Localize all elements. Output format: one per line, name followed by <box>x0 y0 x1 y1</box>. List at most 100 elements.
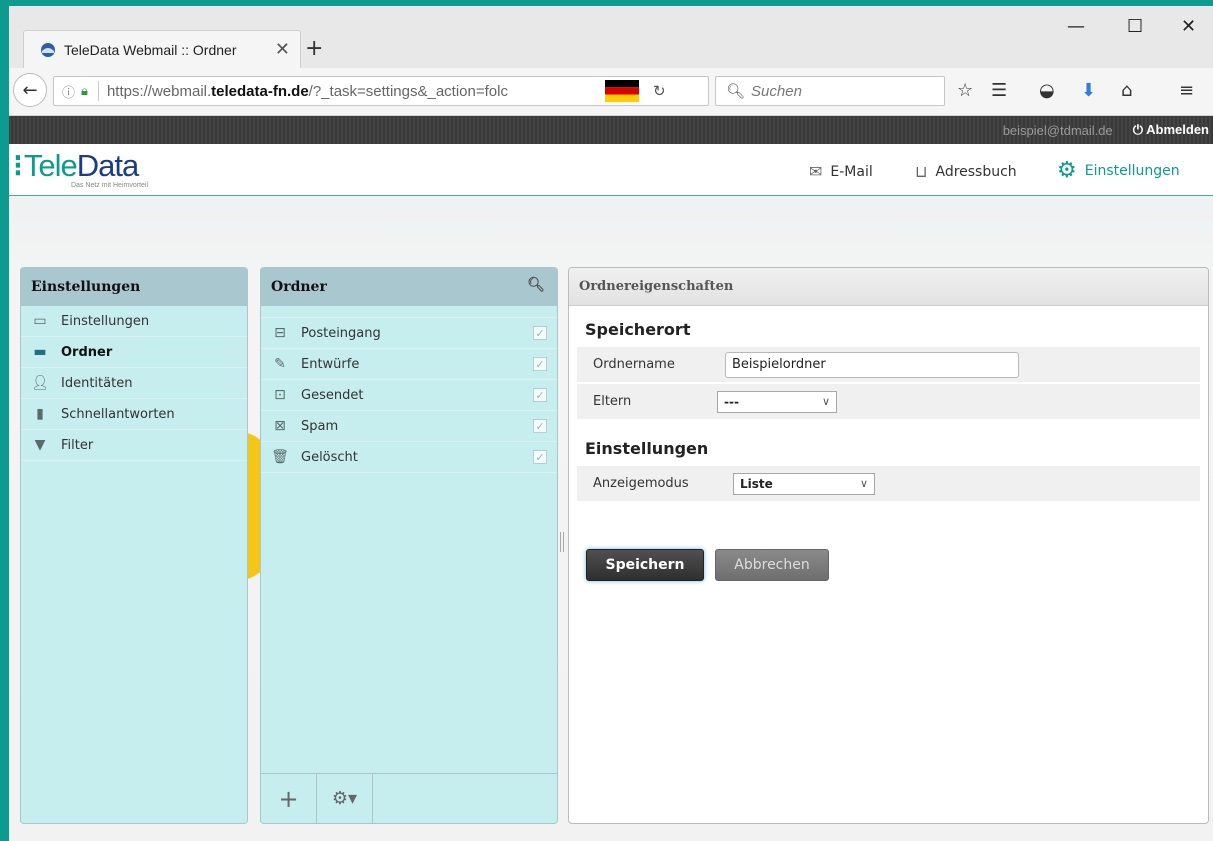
url-path: /?_task=settings&_action=folc <box>308 82 508 100</box>
subscribe-checkbox[interactable]: ✓ <box>533 419 547 433</box>
gear-dropdown-icon: ⚙▾ <box>331 788 358 809</box>
settings-item-label: Identitäten <box>61 375 133 391</box>
folder-item-label: Entwürfe <box>301 356 360 372</box>
webmail-header: ⁝TeleData Das Netz mit Heimvorteil ✉ E-M… <box>9 144 1213 197</box>
folder-actions-button[interactable]: ⚙▾ <box>317 774 373 823</box>
folder-list-spacer <box>261 306 557 318</box>
power-icon: ⏻ <box>1132 122 1147 137</box>
nav-settings-label: Einstellungen <box>1084 162 1180 179</box>
nav-email[interactable]: ✉ E-Mail <box>809 162 873 181</box>
folder-name-input[interactable]: Beispielordner <box>725 351 1019 378</box>
display-mode-select-value: Liste <box>740 476 773 491</box>
subscribe-checkbox[interactable]: ✓ <box>533 450 547 464</box>
browser-tab-active[interactable]: TeleData Webmail :: Ordner ✕ <box>23 30 301 68</box>
settings-panel: Einstellungen ▭ Einstellungen ▬ Ordner 👤… <box>20 267 248 824</box>
logo-tele: Tele <box>23 148 78 183</box>
parent-select-value: --- <box>724 394 739 409</box>
tab-close-icon[interactable]: ✕ <box>275 39 290 60</box>
folder-panel-title: Ordner <box>271 279 327 295</box>
settings-item-identitaeten[interactable]: 👤︎ Identitäten <box>21 368 247 399</box>
folder-item-entwuerfe[interactable]: ✎ Entwürfe ✓ <box>261 349 557 380</box>
monitor-icon: ▭ <box>33 313 47 329</box>
folder-properties-panel: Ordnereigenschaften Speicherort Ordnerna… <box>568 267 1209 824</box>
nav-email-label: E-Mail <box>830 163 873 180</box>
folder-search-icon[interactable]: 🔍︎ <box>527 277 545 293</box>
window-close-icon[interactable]: ✕ <box>1181 16 1196 37</box>
pencil-icon: ✎ <box>274 356 286 372</box>
subscribe-checkbox[interactable]: ✓ <box>533 326 547 340</box>
chevron-down-icon: ∨ <box>821 395 830 408</box>
folder-panel: Ordner 🔍︎ ⊟ Posteingang ✓ ✎ Entwürfe ✓ ⊡… <box>260 267 558 824</box>
settings-item-einstellungen[interactable]: ▭ Einstellungen <box>21 306 247 337</box>
settings-item-label: Einstellungen <box>61 313 150 329</box>
folder-item-label: Gelöscht <box>301 449 358 465</box>
parent-label: Eltern <box>593 394 632 409</box>
panel-splitter[interactable] <box>560 532 564 552</box>
german-flag-icon[interactable] <box>604 80 639 102</box>
save-button[interactable]: Speichern <box>586 549 704 581</box>
trash-icon: 🗑︎ <box>271 449 289 465</box>
cancel-button[interactable]: Abbrechen <box>715 549 829 581</box>
subscribe-checkbox[interactable]: ✓ <box>533 388 547 402</box>
addressbook-icon: ⊔ <box>915 162 928 181</box>
url-bar[interactable]: ⓘ 🔒︎ https://webmail.teledata-fn.de/?_ta… <box>53 76 709 106</box>
teledata-logo[interactable]: ⁝TeleData <box>13 148 139 183</box>
folder-item-spam[interactable]: ⊠ Spam ✓ <box>261 411 557 442</box>
tab-title: TeleData Webmail :: Ordner <box>64 41 237 58</box>
browser-tabbar: TeleData Webmail :: Ordner ✕ + — ☐ ✕ <box>9 6 1213 68</box>
settings-item-ordner[interactable]: ▬ Ordner <box>21 337 247 368</box>
workspace: Einstellungen ▭ Einstellungen ▬ Ordner 👤… <box>9 196 1213 841</box>
add-folder-button[interactable]: + <box>261 774 317 823</box>
display-mode-select[interactable]: Liste ∨ <box>733 472 875 495</box>
folder-name-label: Ordnername <box>593 357 675 372</box>
info-icon[interactable]: ⓘ <box>62 82 75 101</box>
search-icon: 🔍︎ <box>726 83 746 100</box>
url-prefix: https://webmail. <box>106 82 212 100</box>
user-icon: 👤︎ <box>31 375 49 391</box>
new-tab-button[interactable]: + <box>305 36 323 61</box>
window-maximize-icon[interactable]: ☐ <box>1127 16 1143 37</box>
download-icon[interactable]: ⬇ <box>1081 80 1096 101</box>
settings-panel-title: Einstellungen <box>21 268 247 306</box>
folder-icon: ▬ <box>33 344 47 360</box>
parent-select[interactable]: --- ∨ <box>717 390 837 413</box>
url-separator <box>97 81 99 101</box>
sent-icon: ⊡ <box>274 387 286 403</box>
browser-search-input[interactable]: 🔍︎ Suchen <box>715 76 945 106</box>
document-icon: ▮ <box>36 406 44 422</box>
logo-tagline: Das Netz mit Heimvorteil <box>71 182 149 189</box>
window-minimize-icon[interactable]: — <box>1067 16 1085 37</box>
plus-icon: + <box>278 784 299 813</box>
home-icon[interactable]: ⌂ <box>1121 80 1132 101</box>
folder-panel-header: Ordner 🔍︎ <box>261 268 557 306</box>
back-button[interactable]: ← <box>13 73 47 107</box>
menu-icon[interactable]: ≡ <box>1179 80 1194 101</box>
reload-icon[interactable]: ↻ <box>653 82 666 100</box>
lock-icon: 🔒︎ <box>81 83 88 98</box>
folder-item-gesendet[interactable]: ⊡ Gesendet ✓ <box>261 380 557 411</box>
subscribe-checkbox[interactable]: ✓ <box>533 357 547 371</box>
nav-addressbook[interactable]: ⊔ Adressbuch <box>915 162 1017 181</box>
properties-title: Ordnereigenschaften <box>569 268 1208 306</box>
folder-item-posteingang[interactable]: ⊟ Posteingang ✓ <box>261 318 557 349</box>
logout-link[interactable]: ⏻ Abmelden <box>1133 122 1209 138</box>
chevron-down-icon: ∨ <box>859 477 868 490</box>
arrow-left-icon: ← <box>22 79 38 101</box>
section-location-title: Speicherort <box>585 320 691 339</box>
inbox-icon: ⊟ <box>274 325 286 341</box>
gear-icon: ⚙ <box>1057 158 1077 183</box>
folder-item-label: Gesendet <box>301 387 364 403</box>
envelope-icon: ✉ <box>809 162 823 181</box>
logout-label: Abmelden <box>1146 122 1209 137</box>
reading-list-icon[interactable]: ☰ <box>991 80 1007 101</box>
display-mode-label: Anzeigemodus <box>593 476 689 491</box>
nav-addressbook-label: Adressbuch <box>935 163 1017 180</box>
folder-item-geloescht[interactable]: 🗑︎ Gelöscht ✓ <box>261 442 557 473</box>
funnel-icon: ▼ <box>34 437 46 453</box>
settings-item-schnellantworten[interactable]: ▮ Schnellantworten <box>21 399 247 430</box>
pocket-icon[interactable]: ◒ <box>1039 80 1055 101</box>
webmail-topbar: beispiel@tdmail.de ⏻ Abmelden <box>9 116 1213 144</box>
bookmark-star-icon[interactable]: ☆ <box>957 80 973 101</box>
settings-item-filter[interactable]: ▼ Filter <box>21 430 247 461</box>
nav-settings[interactable]: ⚙ Einstellungen <box>1057 158 1180 183</box>
